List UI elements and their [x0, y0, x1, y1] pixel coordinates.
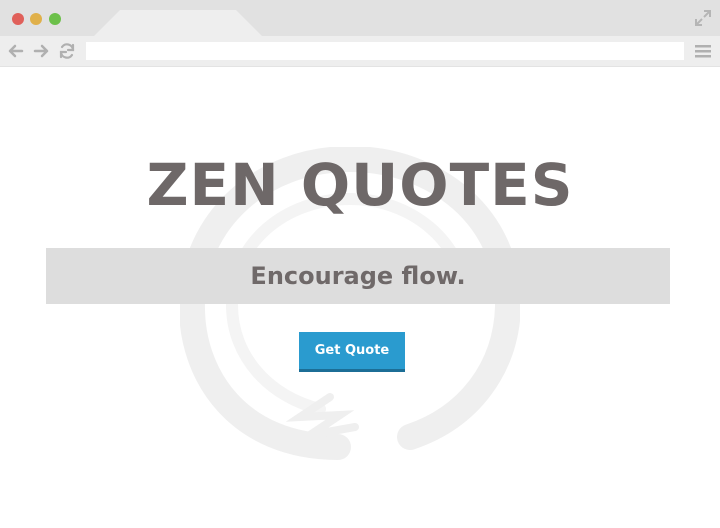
address-bar[interactable]: [86, 42, 684, 60]
browser-toolbar: [0, 36, 720, 67]
arrow-right-icon[interactable]: [32, 42, 50, 60]
tagline-banner: Encourage flow.: [46, 248, 670, 304]
page-title: ZEN QUOTES: [146, 151, 574, 219]
hamburger-menu-icon[interactable]: [694, 43, 712, 59]
maximize-window-button[interactable]: [49, 13, 61, 25]
get-quote-button[interactable]: Get Quote: [299, 332, 405, 372]
page-content: ZEN QUOTES Encourage flow. Get Quote: [0, 67, 720, 528]
page-subtitle: Encourage flow.: [250, 262, 466, 290]
reload-icon[interactable]: [58, 42, 76, 60]
expand-icon[interactable]: [694, 9, 712, 27]
close-window-button[interactable]: [12, 13, 24, 25]
browser-tab[interactable]: [94, 10, 262, 36]
browser-titlebar: [0, 0, 720, 36]
arrow-left-icon[interactable]: [7, 42, 25, 60]
minimize-window-button[interactable]: [30, 13, 42, 25]
